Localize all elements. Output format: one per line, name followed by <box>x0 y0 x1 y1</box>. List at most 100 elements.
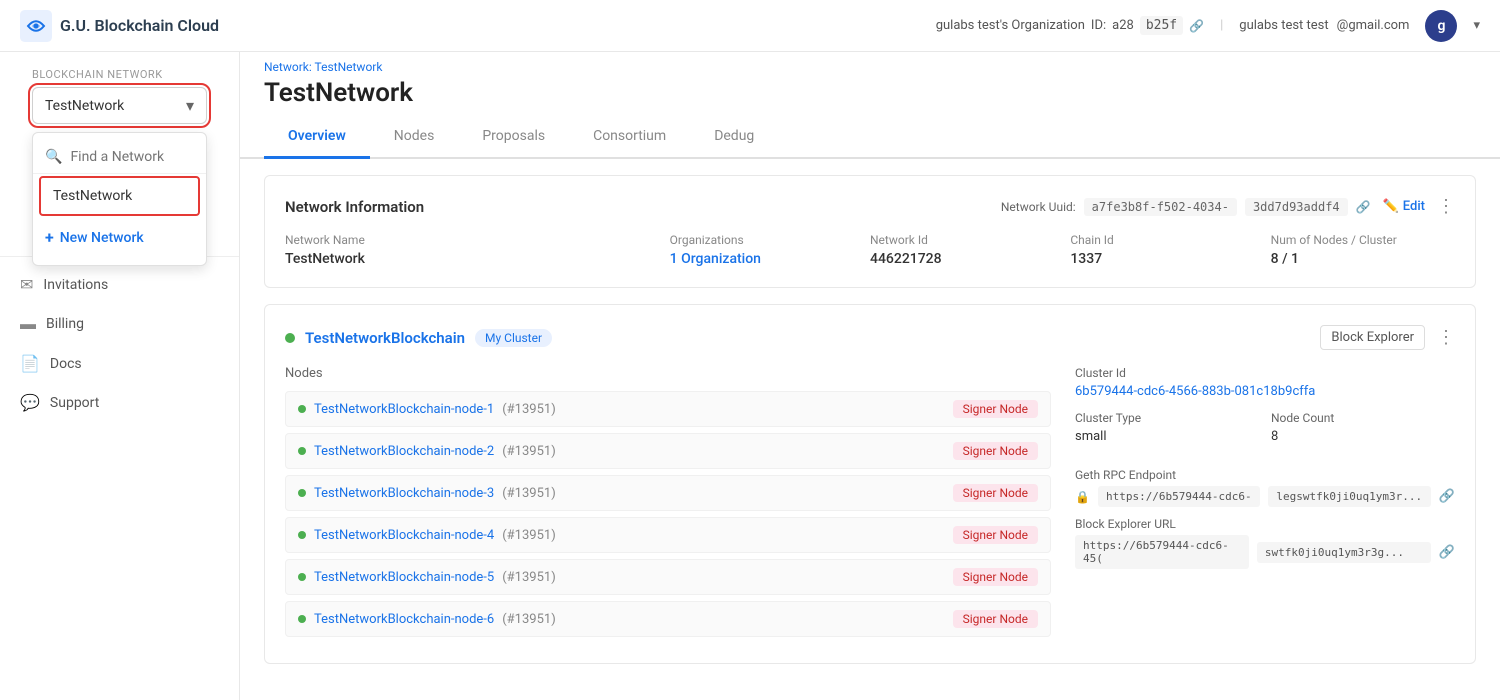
cluster-content: Nodes TestNetworkBlockchain-node-1 (#139… <box>285 366 1455 643</box>
node-2-badge: Signer Node <box>953 442 1038 460</box>
sidebar-item-billing[interactable]: ▬ Billing <box>0 304 239 344</box>
geth-rpc-copy-icon[interactable]: 🔗 <box>1439 489 1455 504</box>
cluster-id-field: Cluster Id 6b579444-cdc6-4566-883b-081c1… <box>1075 366 1455 399</box>
node-1-id: (#13951) <box>502 402 556 417</box>
network-selector-text: TestNetwork <box>45 98 124 114</box>
node-row: TestNetworkBlockchain-node-5 (#13951) Si… <box>285 559 1051 595</box>
avatar[interactable]: g <box>1425 10 1457 42</box>
cluster-type-grid: Cluster Type small Node Count 8 <box>1075 411 1455 456</box>
header-divider: | <box>1220 18 1223 33</box>
network-selector-wrapper: TestNetwork ▾ 🔍 TestNetwork + New Networ… <box>16 87 223 132</box>
sidebar-nav: ✉ Invitations ▬ Billing 📄 Docs 💬 Support <box>0 257 239 430</box>
node-5-dot <box>298 573 306 581</box>
org-info: gulabs test's Organization ID: a28 b25f … <box>936 16 1204 35</box>
node-3-dot <box>298 489 306 497</box>
new-network-button[interactable]: + New Network <box>33 218 206 257</box>
node-6-badge: Signer Node <box>953 610 1038 628</box>
node-row: TestNetworkBlockchain-node-1 (#13951) Si… <box>285 391 1051 427</box>
user-email: @gmail.com <box>1337 18 1410 33</box>
user-info: gulabs test test @gmail.com <box>1239 18 1409 33</box>
uuid-copy-icon[interactable]: 🔗 <box>1356 200 1371 214</box>
node-2-name[interactable]: TestNetworkBlockchain-node-2 <box>314 444 494 459</box>
orgs-field: Organizations 1 Organization <box>670 233 854 267</box>
more-button[interactable]: ⋮ <box>1437 196 1455 217</box>
cluster-more-button[interactable]: ⋮ <box>1437 327 1455 348</box>
org-link-icon[interactable]: 🔗 <box>1189 19 1204 33</box>
breadcrumb-prefix: Network: <box>264 60 312 74</box>
node-5-name[interactable]: TestNetworkBlockchain-node-5 <box>314 570 494 585</box>
cluster-type-field: Cluster Type small <box>1075 411 1259 456</box>
content-area: Network: TestNetwork TestNetwork Overvie… <box>240 52 1500 700</box>
node-count-field: Node Count 8 <box>1271 411 1455 456</box>
sidebar-section-label: Blockchain Network <box>16 68 223 87</box>
nodes-section: Nodes TestNetworkBlockchain-node-1 (#139… <box>285 366 1051 643</box>
edit-button[interactable]: ✏️ Edit <box>1383 199 1425 214</box>
block-explorer-button[interactable]: Block Explorer <box>1320 325 1425 350</box>
node-3-name[interactable]: TestNetworkBlockchain-node-3 <box>314 486 494 501</box>
orgs-value[interactable]: 1 Organization <box>670 251 854 267</box>
network-dropdown: 🔍 TestNetwork + New Network <box>32 132 207 266</box>
sidebar-item-invitations[interactable]: ✉ Invitations <box>0 265 239 304</box>
cluster-name[interactable]: TestNetworkBlockchain <box>305 329 465 347</box>
nodes-cluster-value: 8 / 1 <box>1271 251 1455 267</box>
node-2-dot <box>298 447 306 455</box>
node-2-id: (#13951) <box>502 444 556 459</box>
breadcrumb-network: TestNetwork <box>315 60 383 74</box>
plus-icon: + <box>45 228 54 247</box>
header-right: gulabs test's Organization ID: a28 b25f … <box>936 10 1480 42</box>
header: G.U. Blockchain Cloud gulabs test's Orga… <box>0 0 1500 52</box>
tab-consortium[interactable]: Consortium <box>569 116 690 159</box>
node-3-badge: Signer Node <box>953 484 1038 502</box>
cluster-type-label: Cluster Type <box>1075 411 1259 425</box>
node-4-dot <box>298 531 306 539</box>
network-search-input[interactable] <box>70 149 194 165</box>
docs-icon: 📄 <box>20 354 40 373</box>
edit-pencil-icon: ✏️ <box>1383 199 1399 214</box>
node-6-dot <box>298 615 306 623</box>
node-1-dot <box>298 405 306 413</box>
billing-icon: ▬ <box>20 314 36 334</box>
sidebar-item-docs[interactable]: 📄 Docs <box>0 344 239 383</box>
cluster-title-area: TestNetworkBlockchain My Cluster <box>285 329 552 347</box>
support-icon: 💬 <box>20 393 40 412</box>
node-1-name[interactable]: TestNetworkBlockchain-node-1 <box>314 402 494 417</box>
network-id-field: Network Id 446221728 <box>870 233 1054 267</box>
tab-nodes[interactable]: Nodes <box>370 116 459 159</box>
logo-area: G.U. Blockchain Cloud <box>20 10 219 42</box>
block-explorer-url-copy-icon[interactable]: 🔗 <box>1439 545 1455 560</box>
nodes-cluster-field: Num of Nodes / Cluster 8 / 1 <box>1271 233 1455 267</box>
avatar-chevron[interactable]: ▾ <box>1473 18 1480 33</box>
tab-dedug[interactable]: Dedug <box>690 116 778 159</box>
node-6-name[interactable]: TestNetworkBlockchain-node-6 <box>314 612 494 627</box>
chain-id-value: 1337 <box>1070 251 1254 267</box>
network-info-header: Network Information Network Uuid: a7fe3b… <box>285 196 1455 217</box>
node-4-name[interactable]: TestNetworkBlockchain-node-4 <box>314 528 494 543</box>
dropdown-search-area: 🔍 <box>33 141 206 174</box>
tabs: Overview Nodes Proposals Consortium Dedu… <box>240 116 1500 159</box>
node-4-badge: Signer Node <box>953 526 1038 544</box>
breadcrumb: Network: TestNetwork <box>240 52 1500 74</box>
cluster-actions: Block Explorer ⋮ <box>1320 325 1455 350</box>
network-selector-button[interactable]: TestNetwork ▾ <box>32 87 207 124</box>
tab-overview[interactable]: Overview <box>264 116 370 159</box>
sidebar-item-support[interactable]: 💬 Support <box>0 383 239 422</box>
tab-proposals[interactable]: Proposals <box>458 116 569 159</box>
node-4-id: (#13951) <box>502 528 556 543</box>
uuid-val1: a7fe3b8f-f502-4034- <box>1084 198 1237 216</box>
support-label: Support <box>50 395 99 411</box>
network-info-card: Network Information Network Uuid: a7fe3b… <box>264 175 1476 288</box>
org-id: a28 <box>1112 18 1134 33</box>
network-uuid-area: Network Uuid: a7fe3b8f-f502-4034- 3dd7d9… <box>1001 198 1371 216</box>
org-label: gulabs test's Organization <box>936 18 1085 33</box>
dropdown-item-testnetwork[interactable]: TestNetwork <box>39 176 200 216</box>
org-id-suffix: b25f <box>1140 16 1183 35</box>
invitations-icon: ✉ <box>20 275 33 294</box>
block-explorer-url-label: Block Explorer URL <box>1075 517 1455 531</box>
geth-rpc-label: Geth RPC Endpoint <box>1075 468 1455 482</box>
block-explorer-url-row: https://6b579444-cdc6-45( swtfk0ji0uq1ym… <box>1075 535 1455 569</box>
cluster-id-label: Cluster Id <box>1075 366 1455 380</box>
uuid-val2: 3dd7d93addf4 <box>1245 198 1348 216</box>
network-info-grid: Network Name TestNetwork Organizations 1… <box>285 233 1455 267</box>
node-count-value: 8 <box>1271 429 1455 444</box>
cluster-header: TestNetworkBlockchain My Cluster Block E… <box>285 325 1455 350</box>
